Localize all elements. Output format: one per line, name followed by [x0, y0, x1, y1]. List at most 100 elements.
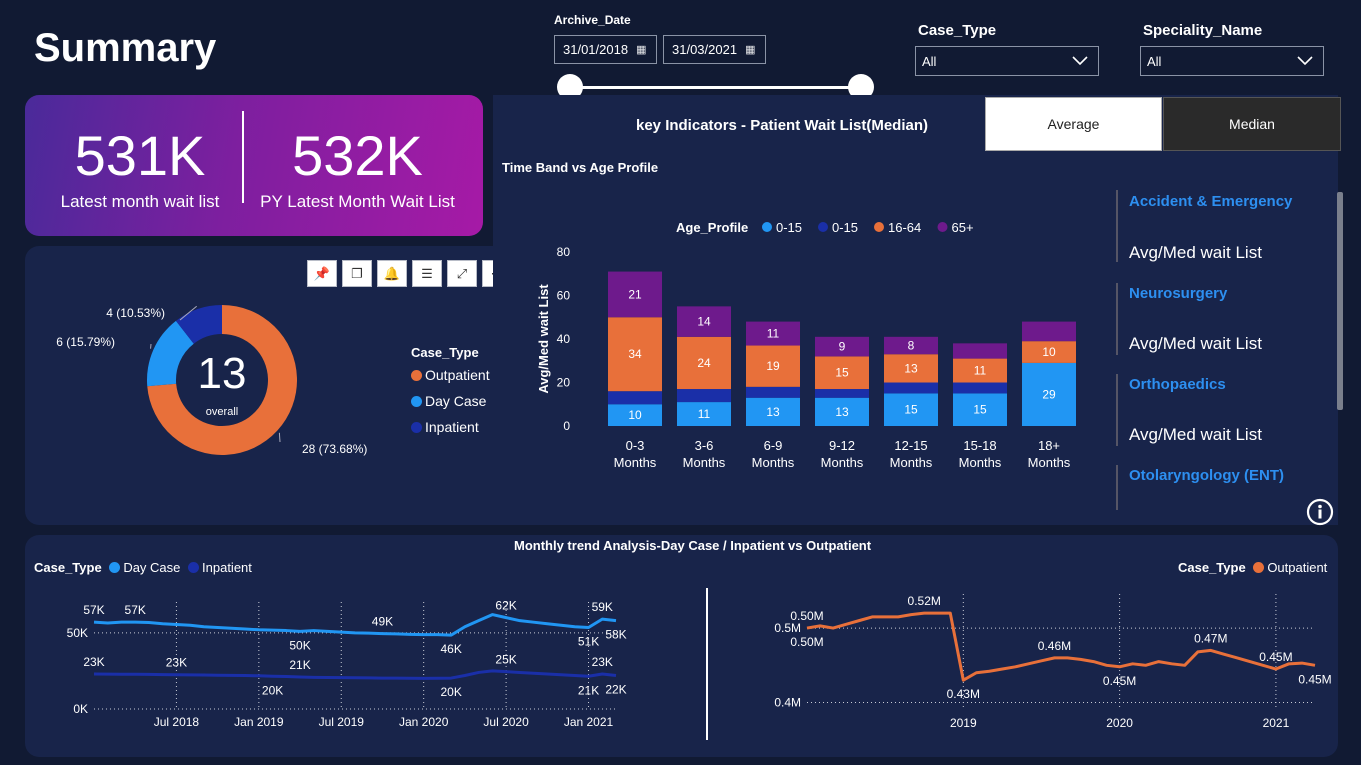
pin-icon[interactable]: 📌 — [307, 260, 337, 287]
kpi-divider — [242, 111, 244, 203]
info-icon[interactable] — [1305, 497, 1335, 527]
speciality-item-name[interactable]: Otolaryngology (ENT) — [1129, 467, 1284, 484]
y-tick-label: 0.4M — [774, 696, 801, 710]
bar-data-label: 14 — [697, 315, 711, 329]
tab-average[interactable]: Average — [985, 97, 1162, 151]
start-date-field[interactable]: 31/01/2018 ▦ — [554, 35, 657, 64]
line-data-label: 20K — [262, 683, 283, 697]
donut-legend-item[interactable]: Day Case — [411, 393, 490, 409]
time-band-stacked-bar-chart[interactable]: Age_Profile 0-15 0-15 16-64 65+ 0 20 40 60 80 Avg/… — [530, 210, 1090, 500]
x-tick-label: Months — [1028, 455, 1071, 470]
bar-data-label: 24 — [697, 356, 711, 370]
legend-dot — [411, 396, 422, 407]
date-range-slider-track[interactable] — [570, 86, 862, 89]
x-tick-label: 2021 — [1263, 716, 1290, 730]
bar-data-label: 15 — [904, 403, 918, 417]
donut-data-label: 4 (10.53%) — [106, 306, 165, 320]
speciality-item-metric: Avg/Med wait List — [1129, 425, 1262, 444]
scrollbar[interactable] — [1337, 192, 1343, 410]
filter-icon[interactable]: ☰ — [412, 260, 442, 287]
bar-segment[interactable] — [953, 343, 1007, 359]
bell-icon[interactable]: 🔔 — [377, 260, 407, 287]
speciality-item-metric: Avg/Med wait List — [1129, 243, 1262, 262]
copy-icon[interactable]: ❐ — [342, 260, 372, 287]
line-data-label: 22K — [605, 682, 626, 696]
speciality-item-name[interactable]: Neurosurgery — [1129, 285, 1227, 302]
bar-segment[interactable] — [1022, 321, 1076, 342]
kpi-card: 531K Latest month wait list 532K PY Late… — [25, 95, 483, 236]
donut-legend-item[interactable]: Outpatient — [411, 367, 490, 383]
x-tick-label: Months — [821, 455, 864, 470]
series-line-inpatient[interactable] — [93, 669, 617, 680]
case-type-select[interactable]: All — [915, 46, 1099, 76]
donut-legend-label: Inpatient — [425, 419, 479, 435]
line-data-label: 46K — [440, 642, 461, 656]
y-tick-label: 80 — [557, 245, 571, 259]
y-tick-label: 0.5M — [774, 621, 801, 635]
y-tick-label: 0 — [563, 419, 570, 433]
line-data-label: 25K — [495, 653, 516, 667]
bar-data-label: 13 — [904, 361, 918, 375]
donut-legend-item[interactable]: Inpatient — [411, 419, 490, 435]
line-data-label: 57K — [83, 603, 104, 617]
calendar-icon[interactable]: ▦ — [636, 43, 646, 56]
line-data-label: 58K — [605, 628, 626, 642]
day-case-inpatient-line-chart[interactable]: 50K 0K Jul 2018 Jan 2019 Jul 2019 Jan 2020 Jul… — [30, 580, 700, 740]
outpatient-line-chart[interactable]: 0.5M 0.4M 2019 2020 2021 0.50M 0.50M 0.52M 0.43M… — [715, 580, 1335, 740]
x-tick-label: 2019 — [950, 716, 977, 730]
x-tick-label: 12-15 — [894, 438, 927, 453]
tab-median[interactable]: Median — [1163, 97, 1341, 151]
bar-legend-label: 65+ — [952, 220, 974, 235]
donut-data-label: 6 (15.79%) — [56, 335, 115, 349]
bar-data-label: 9 — [839, 340, 846, 354]
speciality-item-name[interactable]: Orthopaedics — [1129, 376, 1226, 393]
line-data-label: 23K — [83, 655, 104, 669]
line-data-label: 0.45M — [1298, 672, 1331, 686]
legend-item-inpatient: Inpatient — [202, 560, 252, 575]
expand-icon[interactable]: ⤢ — [447, 260, 477, 287]
bar-segment[interactable] — [953, 382, 1007, 394]
left-legend: Case_Type Day Case Inpatient — [34, 560, 252, 575]
bar-segment[interactable] — [746, 386, 800, 398]
calendar-icon[interactable]: ▦ — [745, 43, 755, 56]
x-tick-label: 3-6 — [695, 438, 714, 453]
x-tick-label: 2020 — [1106, 716, 1133, 730]
line-data-label: 0.45M — [1103, 674, 1136, 688]
py-latest-month-label: PY Latest Month Wait List — [260, 192, 455, 211]
x-tick-label: 0-3 — [626, 438, 645, 453]
legend-dot — [188, 562, 200, 573]
x-tick-label: Months — [752, 455, 795, 470]
bar-segment[interactable] — [884, 382, 938, 394]
list-item-marker — [1116, 374, 1118, 446]
legend-dot — [1253, 562, 1265, 573]
bar-segment[interactable] — [608, 391, 662, 405]
legend-item-day-case: Day Case — [123, 560, 181, 575]
speciality-filter-label: Speciality_Name — [1143, 22, 1263, 39]
line-data-label: 50K — [289, 638, 310, 652]
donut-legend-label: Outpatient — [425, 367, 490, 383]
x-tick-label: Jul 2020 — [483, 715, 529, 729]
bar-segment[interactable] — [815, 389, 869, 398]
donut-data-label: 28 (73.68%) — [302, 442, 367, 456]
bar-segment[interactable] — [677, 389, 731, 403]
series-line-day-case[interactable] — [93, 613, 617, 637]
bar-data-label: 10 — [1042, 345, 1056, 359]
left-legend-title: Case_Type — [34, 560, 102, 575]
line-data-label: 21K — [578, 683, 599, 697]
bar-data-label: 10 — [628, 408, 642, 422]
y-axis-label: Avg/Med wait List — [536, 284, 551, 394]
bar-legend-label: 0-15 — [832, 220, 858, 235]
speciality-select[interactable]: All — [1140, 46, 1324, 76]
line-data-label: 21K — [289, 658, 310, 672]
y-tick-label: 40 — [557, 332, 571, 346]
end-date-field[interactable]: 31/03/2021 ▦ — [663, 35, 766, 64]
line-data-label: 23K — [592, 655, 613, 669]
chevron-down-icon — [1072, 56, 1088, 66]
bar-data-label: 19 — [766, 359, 780, 373]
bar-legend-dot — [874, 222, 884, 232]
y-tick-label: 60 — [557, 289, 571, 303]
line-data-label: 62K — [495, 599, 516, 613]
case-type-donut-chart[interactable]: 28 (73.68%) 6 (15.79%) 4 (10.53%) 13 overall — [25, 290, 415, 490]
key-indicators-title: key Indicators - Patient Wait List(Media… — [636, 117, 928, 134]
speciality-item-name[interactable]: Accident & Emergency — [1129, 193, 1292, 210]
